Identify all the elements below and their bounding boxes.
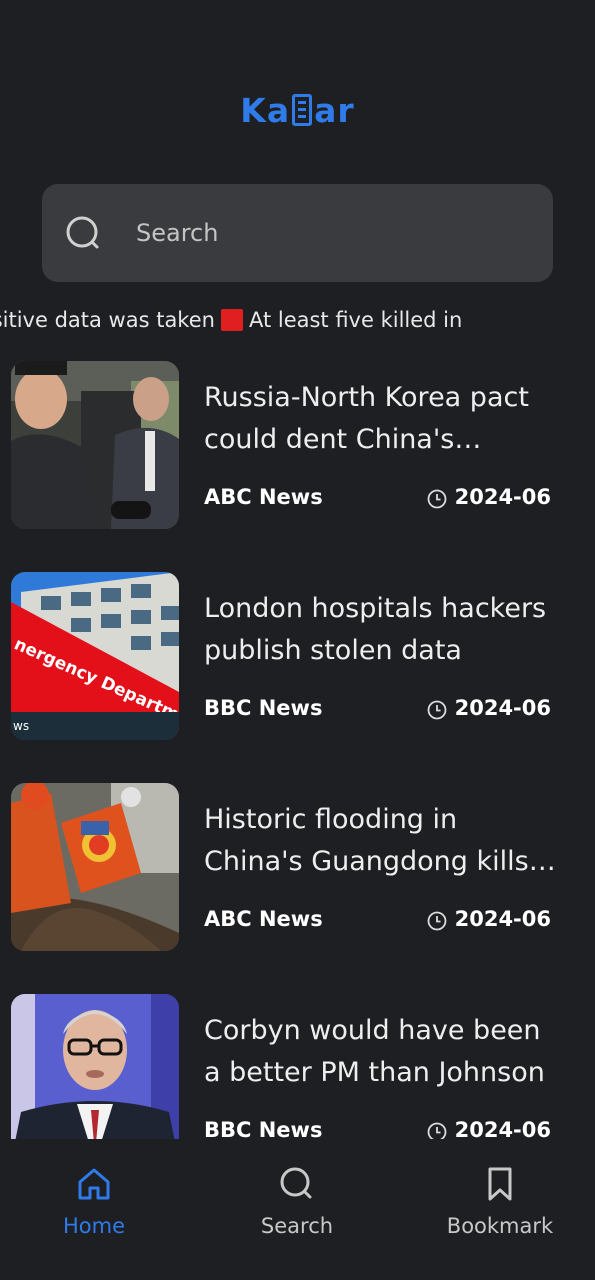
article-date: 2024-06 [427,696,551,724]
news-card[interactable]: Russia-North Korea pact could dent China… [0,361,595,531]
article-headline[interactable]: Historic flooding in China's Guangdong k… [204,799,564,883]
article-thumbnail: nergency Department (A&E) ws [11,572,179,740]
article-source: ABC News [204,485,323,509]
nav-search-label: Search [260,1214,334,1238]
news-ticker: Hackers say no sensitive data was taken A… [0,304,595,338]
news-card[interactable]: Historic flooding in China's Guangdong k… [0,783,595,953]
news-card[interactable]: Corbyn would have been a better PM than … [0,994,595,1139]
bottom-nav: Home Search Bookmark [0,1140,595,1280]
article-date-text: 2024-06 [454,1118,551,1139]
article-source: ABC News [204,907,323,931]
clock-icon [427,489,447,509]
article-date-text: 2024-06 [454,907,551,931]
nav-home[interactable]: Home [14,1166,174,1238]
article-date: 2024-06 [427,907,551,935]
article-date: 2024-06 [427,485,551,513]
article-thumbnail [11,783,179,951]
news-card[interactable]: nergency Department (A&E) ws London hosp… [0,572,595,742]
app-logo: Ka ar [0,88,595,134]
ticker-item: At least five killed in [248,308,463,332]
nav-bookmark-label: Bookmark [446,1214,554,1238]
nav-search[interactable]: Search [217,1166,377,1238]
article-date-text: 2024-06 [454,485,551,509]
article-headline[interactable]: Russia-North Korea pact could dent China… [204,377,564,461]
search-input[interactable] [134,212,528,254]
nav-home-label: Home [62,1214,125,1238]
search-icon [280,1167,312,1199]
clock-icon [427,1122,447,1139]
article-source: BBC News [204,696,323,720]
article-source: BBC News [204,1118,323,1139]
home-icon [78,1168,110,1200]
clock-icon [427,911,447,931]
article-thumbnail [11,361,179,529]
newspaper-icon [292,94,313,126]
bookmark-icon [488,1167,512,1201]
logo-text-left: Ka [240,91,291,130]
nav-bookmark[interactable]: Bookmark [420,1166,580,1238]
ticker-item: Hackers say no sensitive data was taken [0,308,215,332]
search-bar[interactable] [42,184,553,282]
search-icon [66,216,99,249]
article-headline[interactable]: London hospitals hackers publish stolen … [204,588,564,672]
clock-icon [427,700,447,720]
hospital-sign-small-text: ws [13,719,29,733]
article-thumbnail [11,994,179,1139]
article-date-text: 2024-06 [454,696,551,720]
ticker-separator-icon [220,309,243,331]
news-list[interactable]: Russia-North Korea pact could dent China… [0,361,595,1139]
logo-text-right: ar [314,91,355,130]
article-date: 2024-06 [427,1118,551,1139]
article-headline[interactable]: Corbyn would have been a better PM than … [204,1010,564,1094]
